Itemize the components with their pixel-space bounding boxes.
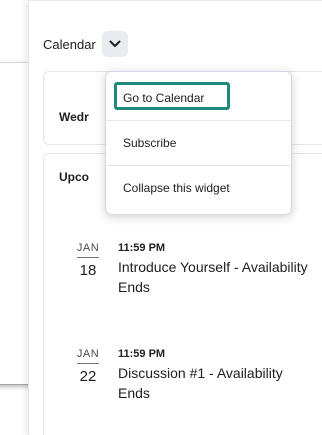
event-date: JAN 22 bbox=[73, 348, 103, 385]
event-date: JAN 18 bbox=[73, 242, 103, 279]
event-day: 22 bbox=[79, 368, 97, 385]
today-heading: Wedr bbox=[59, 110, 89, 124]
chevron-down-icon bbox=[109, 40, 121, 47]
event-time: 11:59 PM bbox=[118, 348, 166, 360]
menu-item-subscribe[interactable]: Subscribe bbox=[106, 121, 291, 165]
event-day: 18 bbox=[79, 262, 97, 279]
upcoming-heading: Upco bbox=[59, 170, 89, 184]
calendar-widget: Calendar Wedr Upco JAN 18 11:59 PM Intro… bbox=[28, 0, 322, 435]
event-info: 11:59 PM Discussion #1 - Availability En… bbox=[118, 348, 318, 403]
event-month: JAN bbox=[76, 242, 100, 254]
menu-item-collapse-widget[interactable]: Collapse this widget bbox=[106, 166, 291, 210]
menu-item-label: Collapse this widget bbox=[123, 181, 230, 195]
event-title-link[interactable]: Introduce Yourself - Availability Ends bbox=[118, 257, 318, 297]
widget-dropdown-menu: Go to Calendar Subscribe Collapse this w… bbox=[105, 71, 292, 215]
widget-title: Calendar bbox=[43, 36, 96, 52]
event-date-divider bbox=[77, 363, 99, 364]
event-month: JAN bbox=[76, 348, 100, 360]
widget-menu-button[interactable] bbox=[101, 31, 128, 57]
focus-ring bbox=[114, 82, 230, 110]
event-title-link[interactable]: Discussion #1 - Availability Ends bbox=[118, 363, 318, 403]
event-time: 11:59 PM bbox=[118, 242, 166, 254]
page: Calendar Wedr Upco JAN 18 11:59 PM Intro… bbox=[0, 0, 322, 435]
widget-header: Calendar bbox=[43, 31, 128, 57]
event-info: 11:59 PM Introduce Yourself - Availabili… bbox=[118, 242, 318, 297]
event-date-divider bbox=[77, 257, 99, 258]
menu-item-label: Subscribe bbox=[123, 136, 177, 150]
